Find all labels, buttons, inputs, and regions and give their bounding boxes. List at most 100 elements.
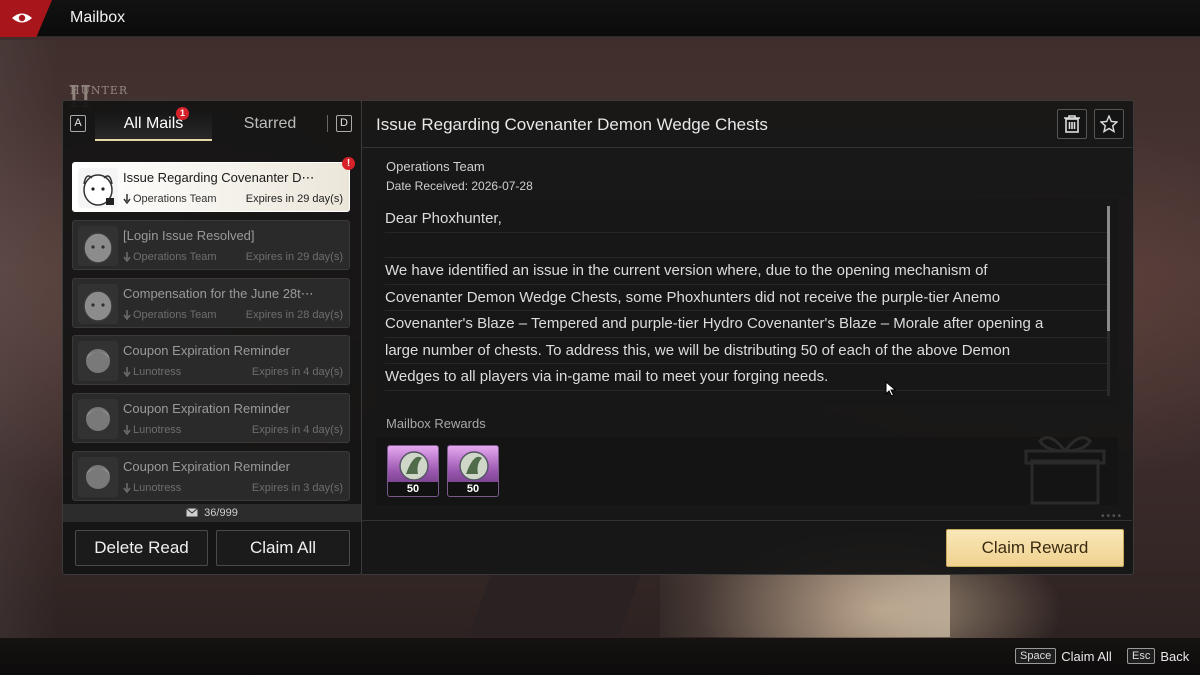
sender-icon <box>123 482 131 493</box>
reward-quantity: 50 <box>448 482 498 496</box>
mail-item[interactable]: Compensation for the June 28t⋯ Operation… <box>72 277 350 328</box>
mouse-cursor-icon <box>885 381 897 397</box>
mail-sender: Lunotress <box>123 482 181 494</box>
star-mail-button[interactable] <box>1094 109 1124 139</box>
mail-expiry: Expires in 29 day(s) <box>245 193 343 205</box>
avatar <box>78 225 118 266</box>
demon-wedge-icon <box>399 451 429 481</box>
star-icon <box>1100 115 1118 133</box>
mail-sender: Lunotress <box>123 424 181 436</box>
sender-icon <box>123 367 131 378</box>
rewards-strip: 50 50 <box>376 436 1118 505</box>
mail-item[interactable]: Coupon Expiration Reminder Lunotress Exp… <box>72 335 350 386</box>
delete-mail-button[interactable] <box>1057 109 1087 139</box>
mail-expiry: Expires in 28 day(s) <box>245 308 343 321</box>
mail-expiry: Expires in 29 day(s) <box>245 250 343 263</box>
mail-sender-name: Operations Team <box>133 250 217 263</box>
mail-item[interactable]: Coupon Expiration Reminder Lunotress Exp… <box>72 393 350 444</box>
tab-next-key[interactable]: D <box>336 115 352 132</box>
body-line: Wedges to all players via in-game mail t… <box>385 364 1107 391</box>
unread-badge: 1 <box>176 107 189 120</box>
footer-divider <box>362 520 1132 521</box>
demon-wedge-icon <box>459 451 489 481</box>
reward-item[interactable]: 50 <box>387 445 439 497</box>
reward-item[interactable]: 50 <box>447 445 499 497</box>
mail-subject: [Login Issue Resolved] <box>123 227 255 243</box>
gift-watermark-icon <box>1024 436 1106 505</box>
avatar <box>78 399 118 440</box>
mail-sender-name: Lunotress <box>133 424 182 437</box>
mascot-icon <box>83 174 114 206</box>
tab-prev-key[interactable]: A <box>70 115 86 132</box>
body-scrollbar-thumb[interactable] <box>1107 206 1110 331</box>
character-icon <box>86 349 110 374</box>
mail-detail-panel: Issue Regarding Covenanter Demon Wedge C… <box>362 100 1134 575</box>
hint-label: Back <box>1160 648 1190 664</box>
page-title: Mailbox <box>70 9 126 26</box>
mail-subject: Issue Regarding Covenanter D⋯ <box>123 170 315 185</box>
key-esc: Esc <box>1127 648 1156 664</box>
character-icon <box>86 464 110 489</box>
envelope-icon <box>186 508 198 517</box>
mail-subject: Coupon Expiration Reminder <box>123 401 290 417</box>
mail-body-text: Dear Phoxhunter, We have identified an i… <box>385 206 1107 391</box>
mail-item[interactable]: [Login Issue Resolved] Operations Team E… <box>72 219 350 270</box>
claim-all-button[interactable]: Claim All <box>216 530 350 566</box>
background-light <box>660 575 950 637</box>
hint-back[interactable]: Esc Back <box>1127 648 1189 664</box>
mascot-icon <box>83 289 113 322</box>
key-space: Space <box>1015 648 1057 664</box>
mail-list: Issue Regarding Covenanter D⋯ Operations… <box>72 157 355 509</box>
body-line: large number of chests. To address this,… <box>385 338 1107 364</box>
body-line: We have identified an issue in the curre… <box>385 258 1107 285</box>
mail-body: Dear Phoxhunter, We have identified an i… <box>376 198 1118 405</box>
mail-title: Issue Regarding Covenanter Demon Wedge C… <box>376 115 768 134</box>
mascot-icon <box>83 232 113 264</box>
delete-read-button[interactable]: Delete Read <box>75 530 208 566</box>
hint-claim-all[interactable]: Space Claim All <box>1015 648 1112 664</box>
mail-sender: Operations Team <box>123 193 217 205</box>
body-line: Covenanter Demon Wedge Chests, some Phox… <box>385 285 1107 311</box>
mail-sender: Lunotress <box>123 366 181 378</box>
background-shape <box>469 575 641 635</box>
character-icon <box>86 407 110 432</box>
mail-subject: Coupon Expiration Reminder <box>123 343 290 359</box>
tab-starred[interactable]: Starred <box>231 111 309 141</box>
sender-icon <box>123 425 131 436</box>
mail-item[interactable]: Issue Regarding Covenanter D⋯ Operations… <box>72 157 355 212</box>
trash-icon <box>1064 115 1080 133</box>
mail-list-panel: A All Mails 1 Starred D Issue Regarding … <box>62 100 362 575</box>
back-eye-icon <box>12 13 32 23</box>
mail-expiry: Expires in 3 day(s) <box>251 481 343 494</box>
mail-sender-name: Operations Team <box>133 193 217 205</box>
unread-alert-badge: ! <box>342 157 355 170</box>
avatar <box>78 456 118 497</box>
mail-item[interactable]: Coupon Expiration Reminder Lunotress Exp… <box>72 450 350 501</box>
body-line <box>385 233 1107 258</box>
mail-sender-name: Operations Team <box>133 308 217 321</box>
mail-count-bar: 36/999 <box>63 504 361 522</box>
avatar <box>78 341 118 382</box>
tab-divider <box>327 115 328 132</box>
date-received: Date Received: 2026-07-28 <box>386 179 533 193</box>
background-shape <box>0 40 60 640</box>
tab-all-mails[interactable]: All Mails <box>95 111 212 141</box>
sender-icon <box>123 194 131 204</box>
hint-label: Claim All <box>1061 648 1112 664</box>
reward-quantity: 50 <box>388 482 438 496</box>
rewards-label: Mailbox Rewards <box>386 416 486 431</box>
mail-expiry: Expires in 4 day(s) <box>251 424 343 437</box>
bottom-bar: Space Claim All Esc Back <box>0 638 1200 675</box>
top-bar: Mailbox <box>0 0 1200 37</box>
back-button[interactable] <box>0 0 52 37</box>
detail-sender: Operations Team <box>386 159 485 174</box>
header-divider <box>362 147 1132 148</box>
mail-sender: Operations Team <box>123 251 217 263</box>
mail-sender: Operations Team <box>123 309 217 321</box>
claim-reward-button[interactable]: Claim Reward <box>946 529 1124 567</box>
sender-icon <box>123 251 131 262</box>
mail-subject: Coupon Expiration Reminder <box>123 458 290 474</box>
body-line: Covenanter's Blaze – Tempered and purple… <box>385 311 1107 338</box>
sender-icon <box>123 309 131 320</box>
body-line: Dear Phoxhunter, <box>385 206 1107 233</box>
